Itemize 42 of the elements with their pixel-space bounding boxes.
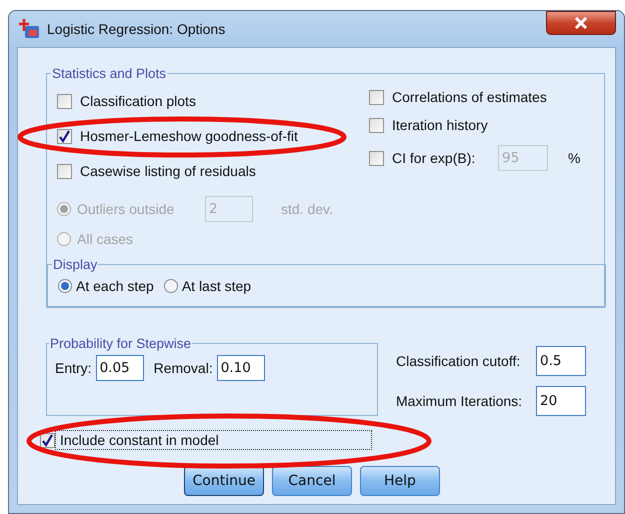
app-icon	[19, 18, 41, 40]
dialog-button[interactable]: Help	[360, 466, 440, 496]
input-field[interactable]: 20	[536, 386, 586, 416]
close-icon	[574, 17, 588, 29]
checkbox[interactable]	[57, 94, 72, 108]
checkbox[interactable]	[40, 432, 55, 448]
radio-label: At last step	[182, 278, 252, 294]
checkbox[interactable]	[369, 90, 384, 104]
field-label: Classification cutoff:	[396, 353, 522, 369]
input-field[interactable]: 0.05	[96, 355, 144, 381]
close-button[interactable]	[546, 11, 616, 35]
radio-label: Outliers outside	[77, 201, 176, 217]
checkbox[interactable]	[369, 150, 384, 166]
group-title: Statistics and Plots	[51, 66, 168, 81]
checkbox-label: Iteration history	[392, 117, 488, 133]
window-title: Logistic Regression: Options	[47, 21, 226, 37]
checkbox-label: Classification plots	[80, 93, 196, 109]
dialog-button[interactable]: Cancel	[272, 466, 352, 496]
dialog-button[interactable]: Continue	[184, 466, 264, 496]
group-title: Display	[52, 257, 98, 272]
checkbox[interactable]	[369, 118, 384, 132]
radio-label: At each step	[76, 278, 154, 294]
checkbox-label: Include constant in model	[55, 430, 372, 450]
checkbox[interactable]	[57, 164, 72, 178]
field-label: Maximum Iterations:	[396, 393, 522, 409]
radio-button[interactable]	[58, 279, 72, 293]
field-label: Entry:	[55, 360, 92, 376]
field-label: Removal:	[154, 360, 213, 376]
input-field[interactable]: 0.10	[216, 355, 265, 381]
unit-label: std. dev.	[281, 201, 333, 217]
unit-label: %	[568, 150, 580, 166]
checkbox-label: CI for exp(B):	[392, 150, 476, 166]
checkmark-icon	[58, 130, 71, 142]
radio-button[interactable]	[164, 279, 178, 293]
group-title: Probability for Stepwise	[49, 336, 192, 351]
checkbox-label: Casewise listing of residuals	[80, 163, 256, 179]
radio-label: All cases	[77, 231, 134, 247]
checkbox[interactable]	[57, 128, 72, 144]
checkbox-label: Correlations of estimates	[392, 89, 547, 105]
checkmark-icon	[41, 434, 54, 446]
checkbox-label: Hosmer-Lemeshow goodness-of-fit	[80, 128, 298, 144]
input-field[interactable]: 0.5	[536, 346, 586, 376]
